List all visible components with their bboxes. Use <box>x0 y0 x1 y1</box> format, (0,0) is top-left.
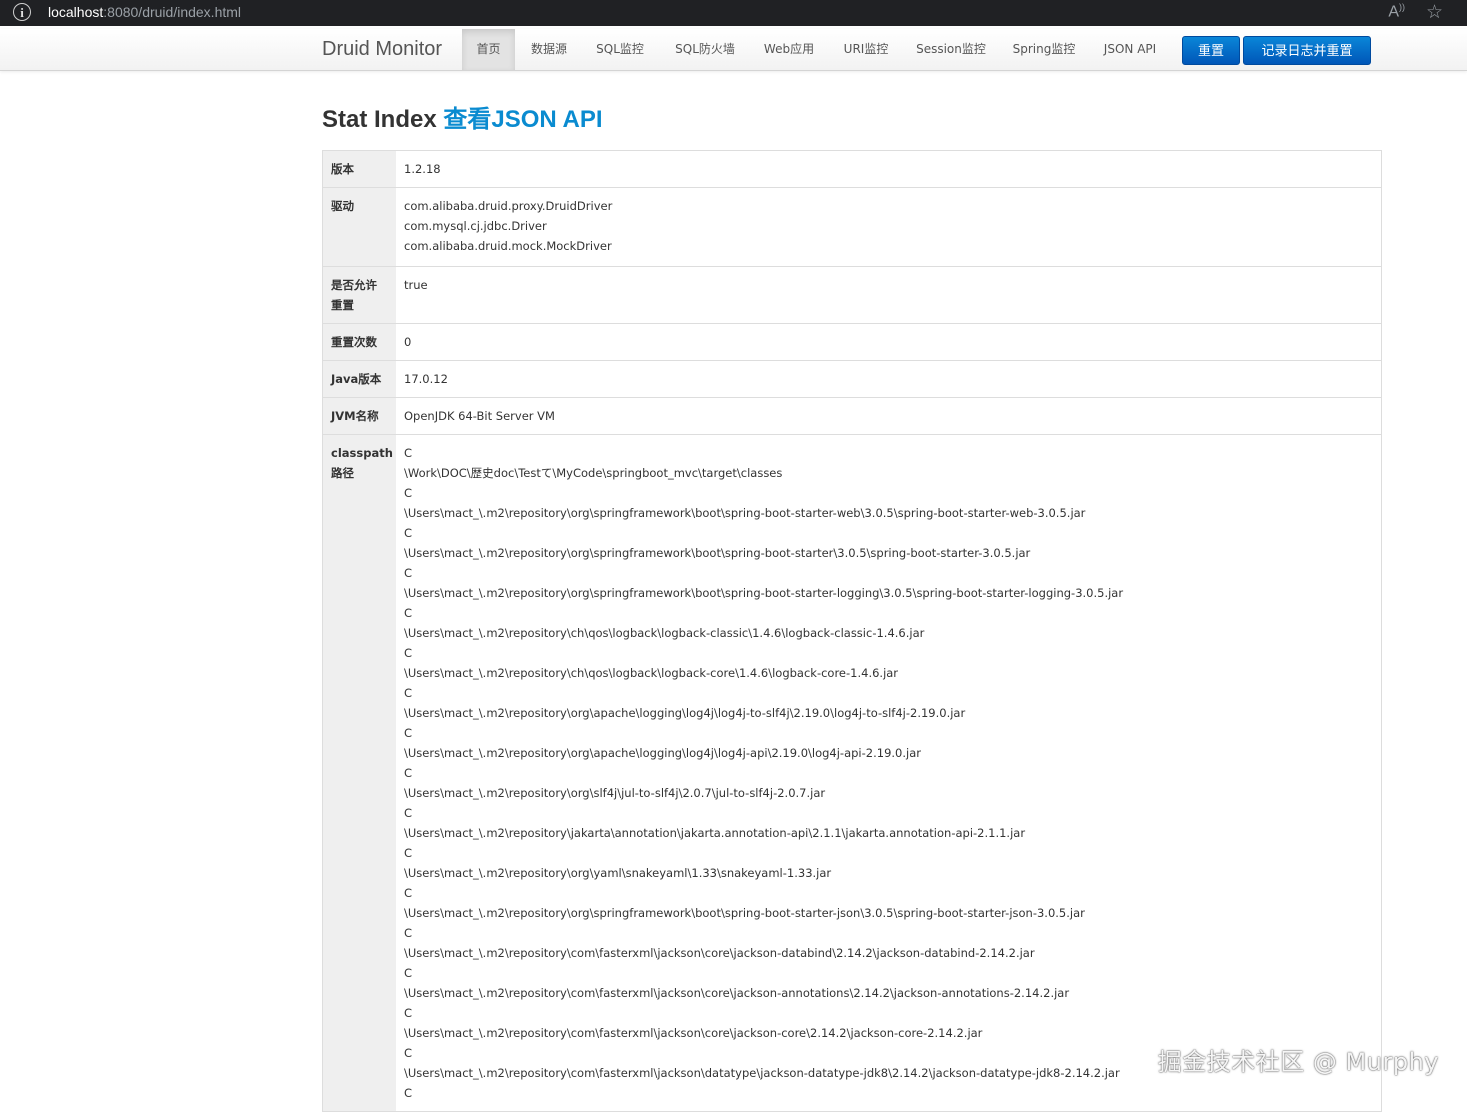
classpath-entry: \Users\mact_\.m2\repository\org\yaml\sna… <box>404 866 832 880</box>
classpath-entry: C <box>404 526 413 540</box>
nav-spring-monitor[interactable]: Spring监控 <box>1005 29 1083 70</box>
classpath-entry: \Users\mact_\.m2\repository\org\apache\l… <box>404 706 966 720</box>
classpath-entry: C <box>404 926 413 940</box>
classpath-entry: \Users\mact_\.m2\repository\org\springfr… <box>404 506 1086 520</box>
row-label: classpath路径 <box>322 434 396 1112</box>
nav-sql-monitor[interactable]: SQL监控 <box>586 29 654 70</box>
favorite-star-icon[interactable]: ☆ <box>1426 0 1443 24</box>
classpath-entry: \Users\mact_\.m2\repository\com\fasterxm… <box>404 986 1070 1000</box>
classpath-entry: C <box>404 1006 413 1020</box>
classpath-entry: \Users\mact_\.m2\repository\org\springfr… <box>404 586 1124 600</box>
classpath-entry: C <box>404 726 413 740</box>
classpath-entry: C <box>404 886 413 900</box>
classpath-entry: \Users\mact_\.m2\repository\jakarta\anno… <box>404 826 1026 840</box>
classpath-entry: C <box>404 446 413 460</box>
table-row-reset-count: 重置次数 0 <box>322 323 1382 361</box>
view-json-api-link[interactable]: 查看JSON API <box>443 106 602 133</box>
page-title-text: Stat Index <box>322 106 437 133</box>
row-value: OpenJDK 64-Bit Server VM <box>396 397 1382 435</box>
nav-sql-firewall[interactable]: SQL防火墙 <box>666 29 744 70</box>
classpath-entry: C <box>404 686 413 700</box>
table-row-driver: 驱动 com.alibaba.druid.proxy.DruidDriver c… <box>322 187 1382 267</box>
nav-home[interactable]: 首页 <box>462 29 515 70</box>
classpath-entry: C <box>404 846 413 860</box>
nav-json-api[interactable]: JSON API <box>1094 29 1166 70</box>
table-row-version: 版本 1.2.18 <box>322 150 1382 188</box>
url-path: :8080/druid/index.html <box>103 4 242 20</box>
row-value: true <box>396 266 1382 324</box>
nav-session-monitor[interactable]: Session监控 <box>909 29 993 70</box>
site-info-icon[interactable]: i <box>13 3 31 21</box>
driver-item: com.mysql.cj.jdbc.Driver <box>404 219 547 233</box>
nav-uri-monitor[interactable]: URI监控 <box>833 29 899 70</box>
classpath-entry: C <box>404 806 413 820</box>
row-value: C \Work\DOC\歴史doc\Testて\MyCode\springboot… <box>396 434 1382 1112</box>
table-row-reset-enable: 是否允许重置 true <box>322 266 1382 324</box>
row-value: 17.0.12 <box>396 360 1382 398</box>
classpath-entry: \Users\mact_\.m2\repository\com\fasterxm… <box>404 946 1035 960</box>
address-url[interactable]: localhost:8080/druid/index.html <box>48 3 241 21</box>
classpath-entry: C <box>404 646 413 660</box>
table-row-jvm-name: JVM名称 OpenJDK 64-Bit Server VM <box>322 397 1382 435</box>
classpath-entry: C <box>404 1086 413 1100</box>
classpath-entry: \Users\mact_\.m2\repository\org\springfr… <box>404 546 1031 560</box>
row-label: 重置次数 <box>322 323 396 361</box>
brand-title[interactable]: Druid Monitor <box>322 29 442 70</box>
browser-address-bar: i localhost:8080/druid/index.html A)) ☆ <box>0 0 1467 26</box>
classpath-list: C \Work\DOC\歴史doc\Testて\MyCode\springboot… <box>404 443 1373 1103</box>
classpath-entry: \Users\mact_\.m2\repository\org\apache\l… <box>404 746 921 760</box>
page-title: Stat Index 查看JSON API <box>322 103 603 137</box>
reset-button[interactable]: 重置 <box>1182 36 1240 65</box>
classpath-entry: C <box>404 606 413 620</box>
read-aloud-icon[interactable]: A)) <box>1388 2 1405 21</box>
classpath-entry: \Users\mact_\.m2\repository\ch\qos\logba… <box>404 666 899 680</box>
table-row-classpath: classpath路径 C \Work\DOC\歴史doc\Testて\MyCod… <box>322 434 1382 1112</box>
row-value: 0 <box>396 323 1382 361</box>
driver-item: com.alibaba.druid.proxy.DruidDriver <box>404 199 613 213</box>
classpath-entry: \Work\DOC\歴史doc\Testて\MyCode\springboot_… <box>404 466 783 480</box>
classpath-entry: \Users\mact_\.m2\repository\org\slf4j\ju… <box>404 786 826 800</box>
log-and-reset-button[interactable]: 记录日志并重置 <box>1243 36 1371 65</box>
row-label: 版本 <box>322 150 396 188</box>
row-label: 是否允许重置 <box>322 266 396 324</box>
url-host: localhost <box>48 4 104 20</box>
classpath-entry: C <box>404 966 413 980</box>
row-label: JVM名称 <box>322 397 396 435</box>
row-value: 1.2.18 <box>396 150 1382 188</box>
classpath-entry: \Users\mact_\.m2\repository\ch\qos\logba… <box>404 626 925 640</box>
top-navbar: Druid Monitor 首页 数据源 SQL监控 SQL防火墙 Web应用 … <box>0 29 1467 71</box>
classpath-entry: C <box>404 566 413 580</box>
classpath-entry: \Users\mact_\.m2\repository\org\springfr… <box>404 906 1085 920</box>
nav-datasource[interactable]: 数据源 <box>520 29 578 70</box>
nav-web-app[interactable]: Web应用 <box>754 29 824 70</box>
driver-item: com.alibaba.druid.mock.MockDriver <box>404 239 612 253</box>
table-row-java-version: Java版本 17.0.12 <box>322 360 1382 398</box>
classpath-entry: \Users\mact_\.m2\repository\com\fasterxm… <box>404 1026 983 1040</box>
row-value: com.alibaba.druid.proxy.DruidDriver com.… <box>396 187 1382 267</box>
classpath-entry: C <box>404 486 413 500</box>
classpath-entry: C <box>404 766 413 780</box>
row-label: 驱动 <box>322 187 396 267</box>
stat-index-table: 版本 1.2.18 驱动 com.alibaba.druid.proxy.Dru… <box>322 150 1382 1112</box>
row-label: Java版本 <box>322 360 396 398</box>
watermark: 掘金技术社区 @ Murphy <box>1157 1048 1439 1076</box>
